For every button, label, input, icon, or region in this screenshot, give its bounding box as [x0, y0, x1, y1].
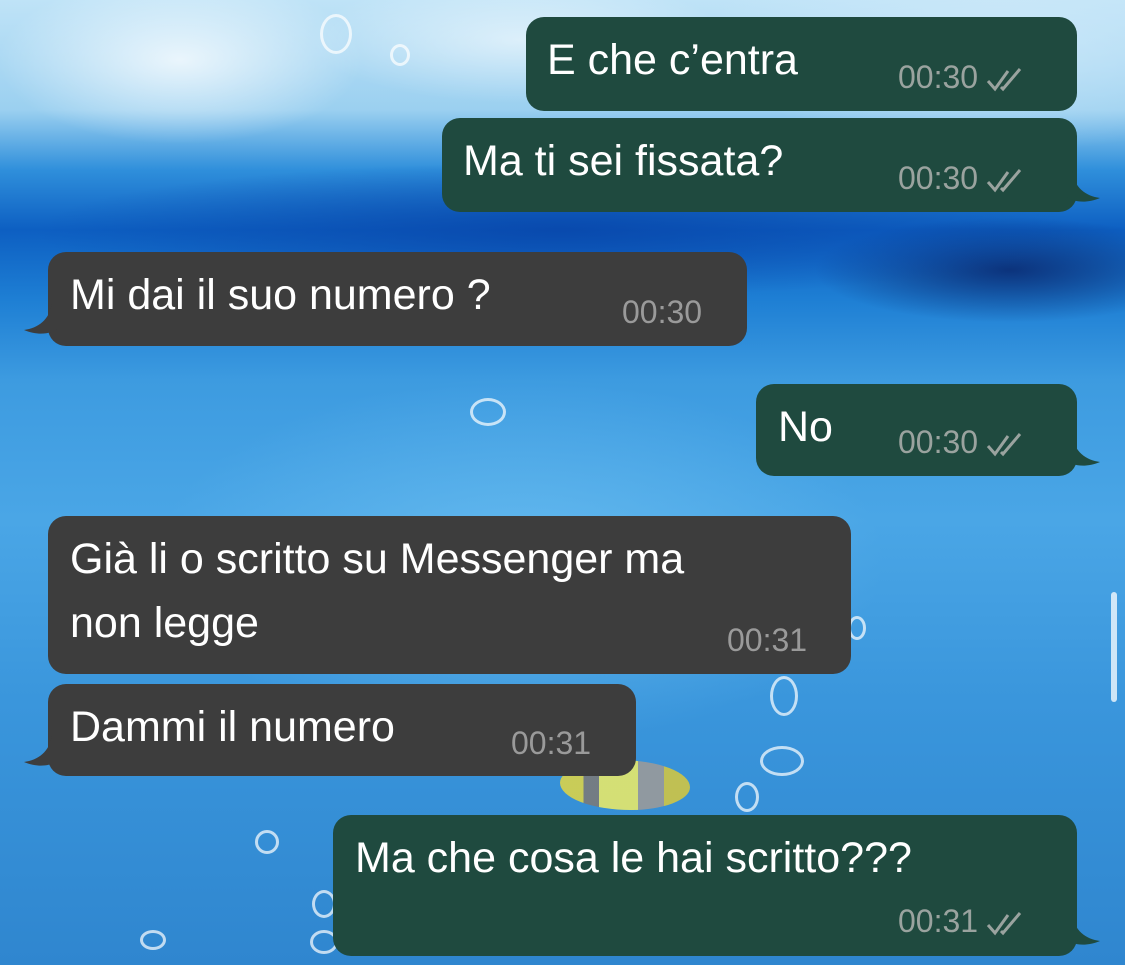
message-time: 00:30: [622, 294, 703, 330]
message-bubble-incoming[interactable]: Dammi il numero 00:31: [48, 684, 636, 776]
message-time: 00:30: [898, 59, 979, 95]
message-text-line-1: Già li o scritto su Messenger ma: [70, 535, 685, 583]
message-bubble-outgoing[interactable]: E che c’entra 00:30: [526, 17, 1077, 111]
message-time: 00:30: [898, 424, 979, 460]
message-meta: 00:31: [898, 905, 1026, 937]
message-time: 00:30: [898, 160, 979, 196]
message-text: E che c’entra: [547, 36, 798, 84]
bubble-tail-outgoing: [1066, 913, 1100, 945]
message-bubble-outgoing[interactable]: Ma che cosa le hai scritto??? 00:31: [333, 815, 1077, 956]
message-bubble-outgoing[interactable]: Ma ti sei fissata? 00:30: [442, 118, 1077, 212]
message-time: 00:31: [898, 903, 979, 939]
message-text: Ma ti sei fissata?: [463, 137, 784, 185]
double-check-icon: [986, 432, 1022, 456]
bubble-tail-outgoing: [1066, 434, 1100, 466]
message-meta: 00:30: [898, 162, 1026, 194]
message-time: 00:31: [511, 725, 592, 761]
bubble-tail-incoming: [24, 734, 58, 766]
bubble-tail-incoming: [24, 302, 58, 334]
message-bubble-incoming[interactable]: Mi dai il suo numero ? 00:30: [48, 252, 747, 346]
message-bubble-outgoing[interactable]: No 00:30: [756, 384, 1077, 476]
double-check-icon: [986, 911, 1022, 935]
message-text: Ma che cosa le hai scritto???: [355, 834, 912, 882]
message-text: Dammi il numero: [70, 703, 395, 751]
scrollbar[interactable]: [1111, 592, 1117, 702]
message-meta: 00:31: [511, 727, 591, 759]
message-bubble-incoming[interactable]: Già li o scritto su Messenger ma non leg…: [48, 516, 851, 674]
message-text: No: [778, 403, 833, 451]
message-text: Mi dai il suo numero ?: [70, 271, 491, 319]
message-meta: 00:30: [622, 296, 702, 328]
bubble-tail-outgoing: [1066, 170, 1100, 202]
double-check-icon: [986, 168, 1022, 192]
chat-screen: E che c’entra 00:30 Ma ti sei fissata? 0…: [0, 0, 1125, 965]
double-check-icon: [986, 67, 1022, 91]
message-meta: 00:30: [898, 61, 1026, 93]
message-meta: 00:31: [727, 624, 807, 656]
message-meta: 00:30: [898, 426, 1026, 458]
message-text-line-2: non legge: [70, 599, 259, 647]
message-time: 00:31: [727, 622, 808, 658]
